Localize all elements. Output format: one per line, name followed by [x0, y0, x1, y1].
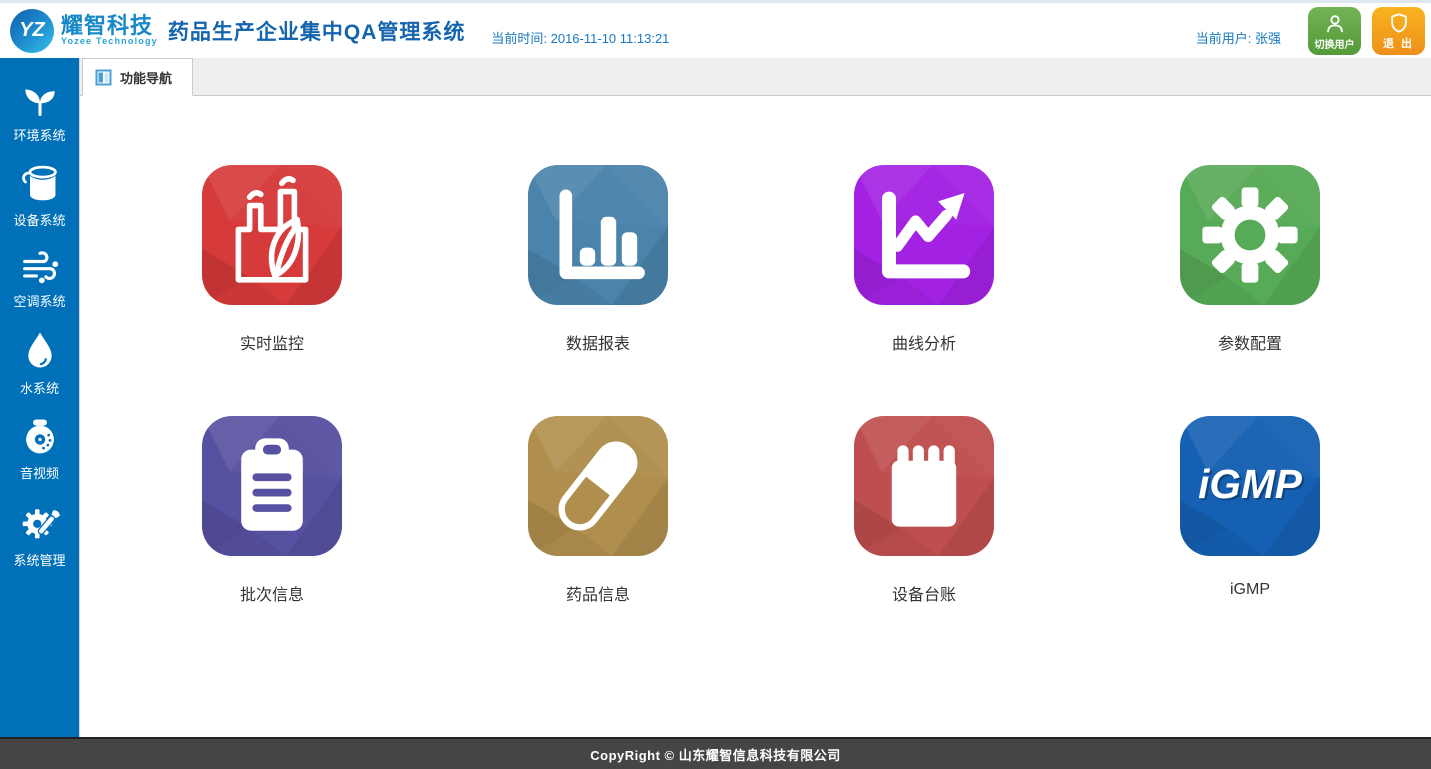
tab-label: 功能导航 — [120, 68, 172, 87]
switch-user-button[interactable]: 切换用户 — [1308, 7, 1361, 55]
app-label: 实时监控 — [240, 330, 304, 354]
app-tile-igmp[interactable]: iGMP iGMP iGMP — [1180, 416, 1320, 605]
sprout-icon — [18, 80, 62, 118]
app-header: YZ 耀智科技 Yozee Technology 药品生产企业集中QA管理系统 … — [0, 0, 1431, 58]
person-icon — [1324, 13, 1346, 35]
sidebar-item-label: 空调系统 — [13, 291, 65, 310]
sidebar-item-water[interactable]: 水系统 — [0, 319, 79, 406]
tab-function-nav[interactable]: 功能导航 — [82, 58, 193, 96]
app-label: 参数配置 — [1218, 330, 1282, 354]
current-user: 当前用户: 张强 — [1196, 28, 1281, 47]
app-tile-batch-info[interactable]: 批次信息 — [202, 416, 342, 605]
current-time: 当前时间: 2016-11-10 11:13:21 — [491, 28, 669, 47]
app-tile-parameter-config[interactable]: 参数配置 — [1180, 165, 1320, 354]
sidebar-item-equipment[interactable]: 设备系统 — [0, 153, 79, 238]
sidebar-item-system-admin[interactable]: 系统管理 — [0, 491, 79, 578]
logout-button[interactable]: 退 出 — [1372, 7, 1425, 55]
line-chart-icon — [854, 165, 994, 305]
app-footer: CopyRight © 山东耀智信息科技有限公司 — [0, 737, 1431, 769]
tab-bar: 功能导航 — [80, 58, 1431, 96]
app-tile-drug-info[interactable]: 药品信息 — [528, 416, 668, 605]
logout-label: 退 出 — [1383, 35, 1414, 51]
app-tile-realtime-monitor[interactable]: 实时监控 — [202, 165, 342, 354]
gear-wrench-icon — [18, 501, 62, 543]
wind-icon — [18, 248, 62, 284]
sidebar-item-environment[interactable]: 环境系统 — [0, 70, 79, 153]
svg-text:iGMP: iGMP — [1198, 461, 1303, 507]
app-tile-curve-analysis[interactable]: 曲线分析 — [854, 165, 994, 354]
sidebar-item-label: 环境系统 — [13, 125, 65, 144]
sidebar-item-label: 设备系统 — [13, 210, 65, 229]
switch-user-label: 切换用户 — [1315, 36, 1355, 51]
pill-icon — [528, 416, 668, 556]
sidebar-item-av[interactable]: 音视频 — [0, 406, 79, 491]
window-layout-icon — [95, 69, 112, 86]
brand-name-en: Yozee Technology — [61, 37, 158, 46]
logo-monogram: YZ — [10, 9, 54, 53]
app-tile-data-report[interactable]: 数据报表 — [528, 165, 668, 354]
factory-leaf-icon — [202, 165, 342, 305]
sidebar-nav: 环境系统 设备系统 空调系统 — [0, 58, 79, 737]
drum-icon — [18, 163, 62, 203]
calendar-icon — [854, 416, 994, 556]
gear-icon — [1180, 165, 1320, 305]
app-label: iGMP — [1230, 581, 1270, 599]
app-label: 设备台账 — [892, 581, 956, 605]
app-label: 药品信息 — [566, 581, 630, 605]
water-drop-icon — [20, 329, 60, 371]
shield-icon — [1388, 12, 1410, 34]
camera-icon — [19, 416, 61, 456]
brand-name-cn: 耀智科技 — [61, 14, 158, 37]
sidebar-item-label: 音视频 — [20, 463, 59, 482]
brand-logo: YZ 耀智科技 Yozee Technology — [0, 9, 158, 53]
clipboard-icon — [202, 416, 342, 556]
app-label: 批次信息 — [240, 581, 304, 605]
page-title: 药品生产企业集中QA管理系统 — [168, 16, 466, 46]
app-label: 数据报表 — [566, 330, 630, 354]
app-tile-equipment-ledger[interactable]: 设备台账 — [854, 416, 994, 605]
copyright-text: CopyRight © 山东耀智信息科技有限公司 — [590, 745, 841, 764]
sidebar-item-hvac[interactable]: 空调系统 — [0, 238, 79, 319]
function-nav-grid: 实时监控 数据报表 — [80, 96, 1431, 737]
sidebar-item-label: 水系统 — [20, 378, 59, 397]
bar-chart-icon — [528, 165, 668, 305]
igmp-logo: iGMP iGMP — [1180, 416, 1320, 556]
app-label: 曲线分析 — [892, 330, 956, 354]
sidebar-item-label: 系统管理 — [13, 550, 65, 569]
